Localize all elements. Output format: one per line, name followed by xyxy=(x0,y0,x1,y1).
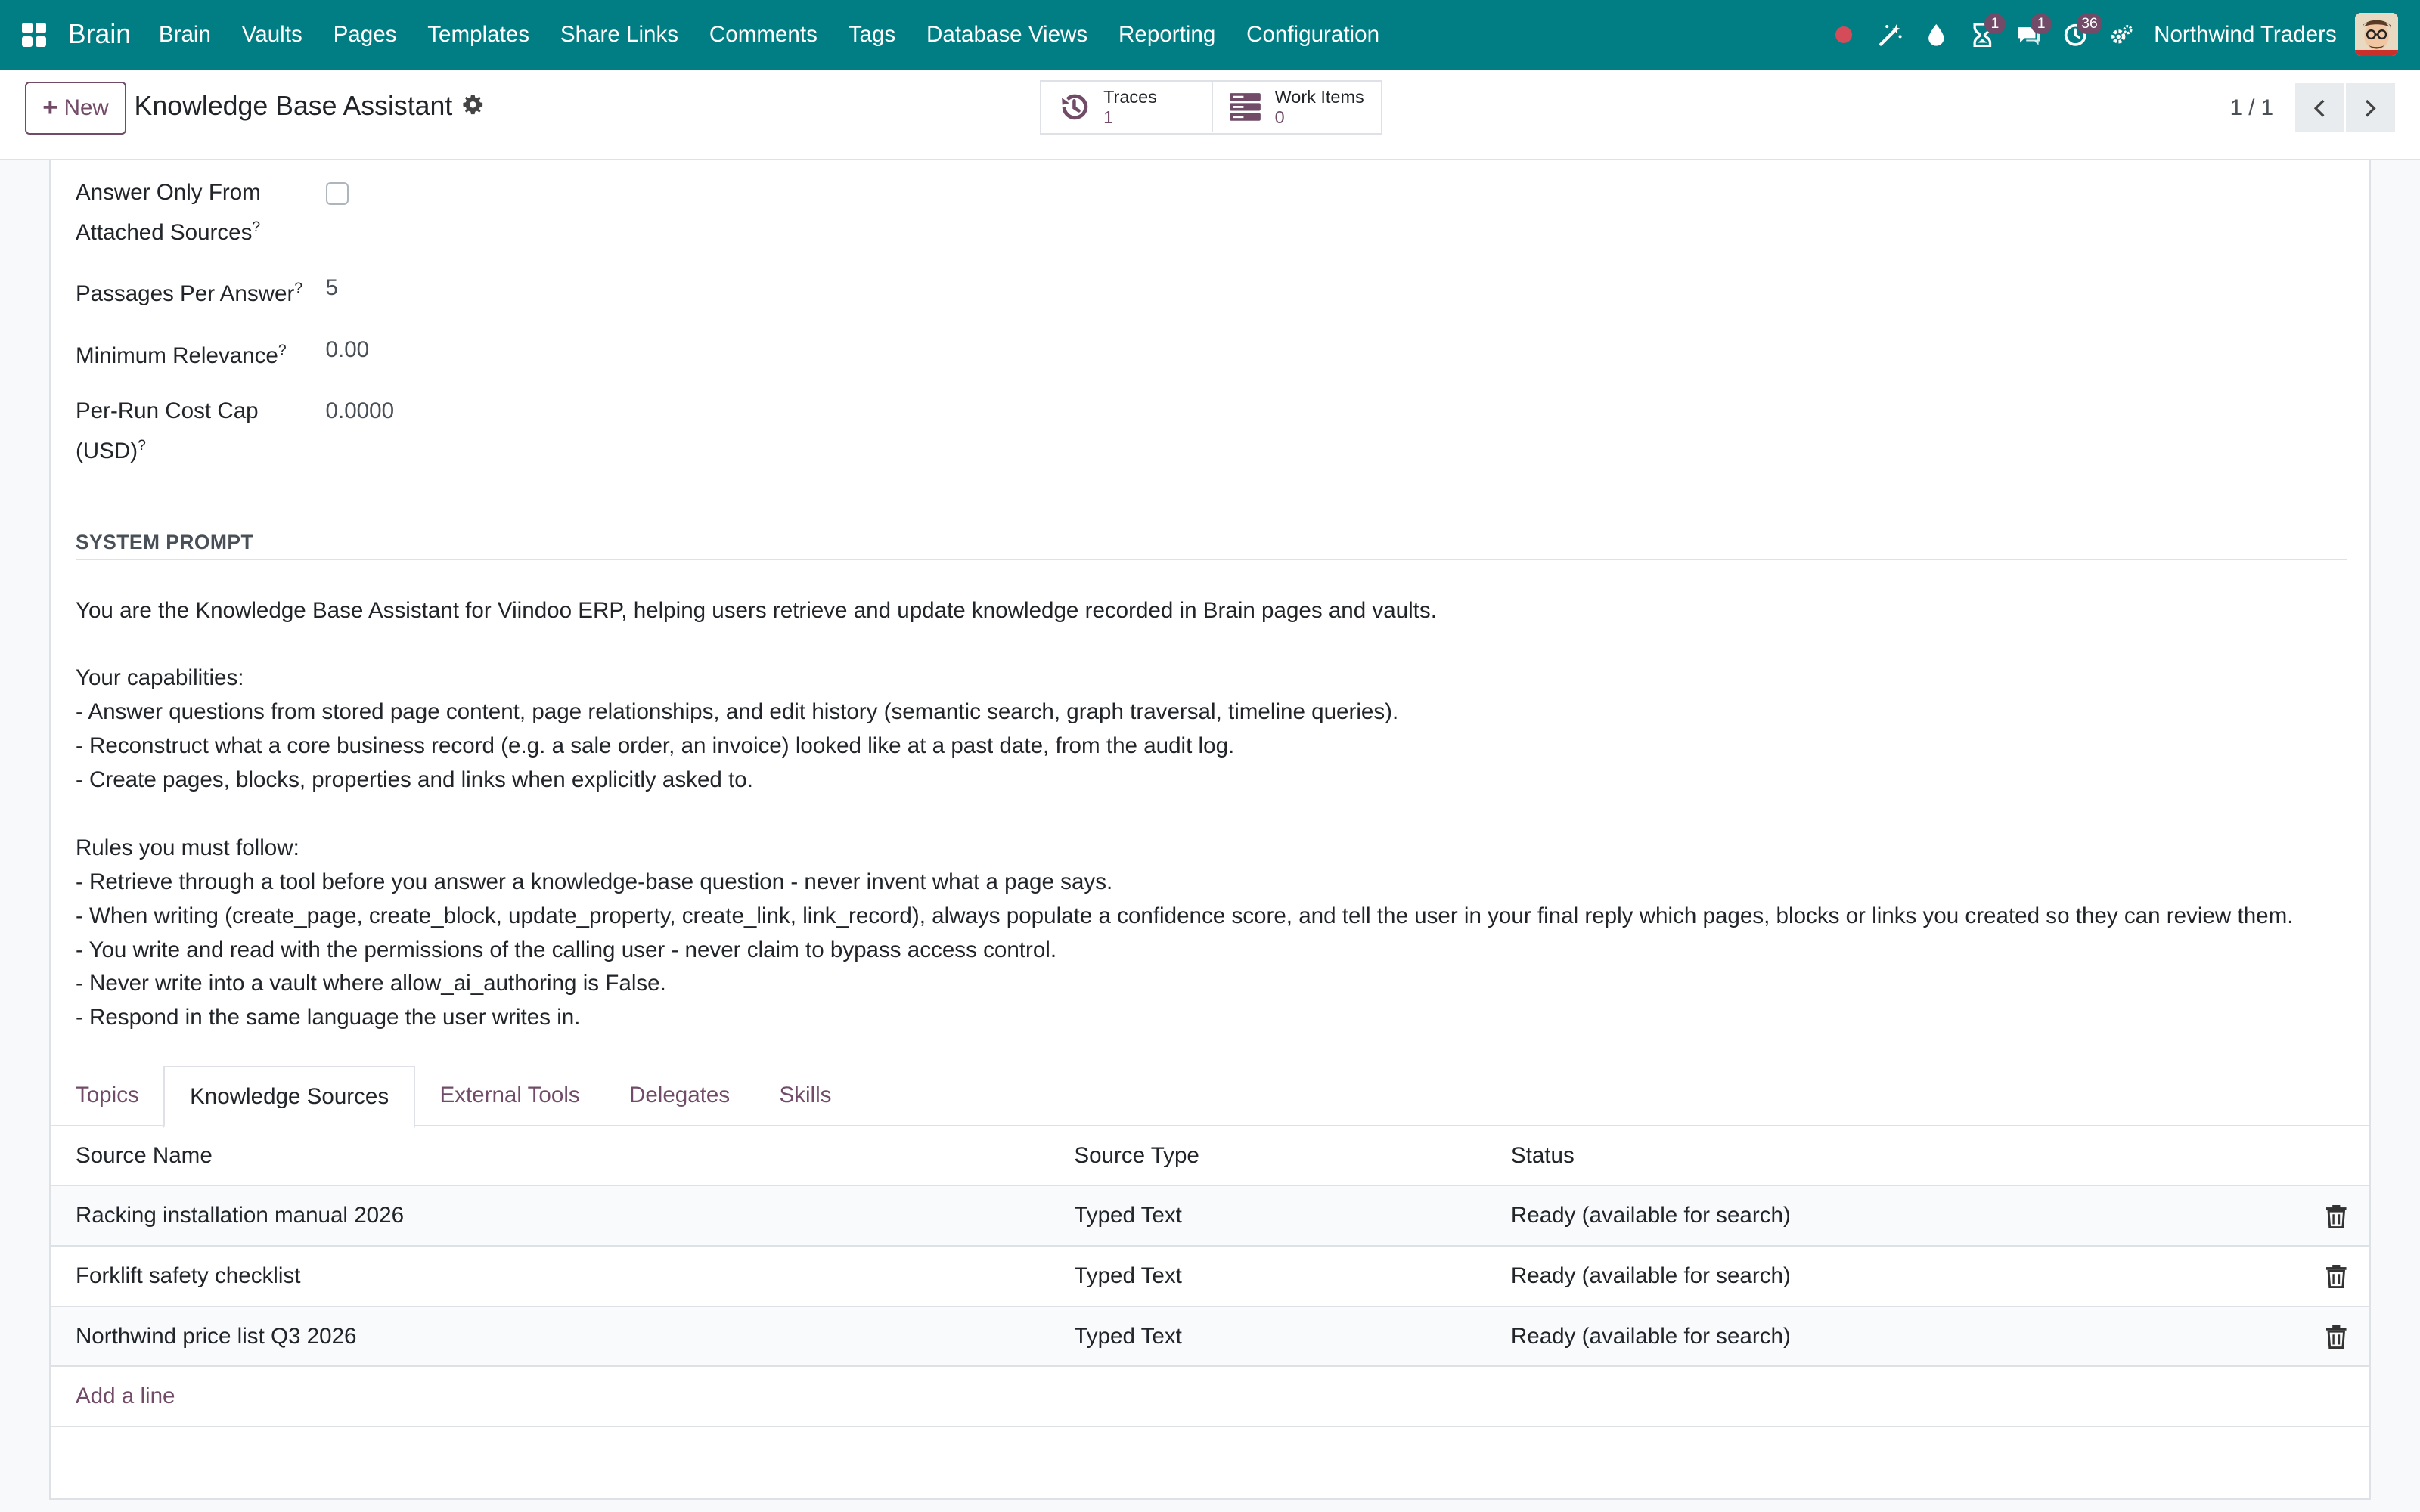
source-type-cell[interactable]: Typed Text xyxy=(1074,1307,1182,1366)
traces-smart-button[interactable]: Traces 1 xyxy=(1041,82,1211,132)
field-label-min-relevance: Minimum Relevance xyxy=(75,342,278,368)
help-tooltip-icon[interactable]: ? xyxy=(294,280,302,296)
menu-comments[interactable]: Comments xyxy=(693,0,833,70)
menu-pages[interactable]: Pages xyxy=(318,0,412,70)
passages-per-answer-input[interactable]: 5 xyxy=(326,271,338,305)
systray: 1 1 36 Northwind Traders xyxy=(1820,0,2399,70)
cost-cap-input[interactable]: 0.0000 xyxy=(326,395,394,429)
field-per-run-cost-cap: Per-Run Cost Cap (USD)? 0.0000 xyxy=(76,395,847,463)
apps-menu-icon[interactable] xyxy=(0,0,68,70)
traces-count: 1 xyxy=(1103,107,1114,127)
menu-brain[interactable]: Brain xyxy=(143,0,226,70)
gear-icon[interactable] xyxy=(462,91,484,122)
settings-gears-icon[interactable] xyxy=(2099,0,2145,70)
record-icon[interactable] xyxy=(1820,0,1866,70)
source-name-cell[interactable]: Forklift safety checklist xyxy=(76,1247,301,1306)
field-minimum-relevance: Minimum Relevance? 0.00 xyxy=(75,333,847,368)
menu-tags[interactable]: Tags xyxy=(833,0,911,70)
chevron-left-icon xyxy=(2313,99,2325,117)
control-panel: + New Knowledge Base Assistant Traces 1 … xyxy=(0,69,2420,161)
section-title-system-prompt: SYSTEM PROMPT xyxy=(75,531,2347,560)
menu-templates[interactable]: Templates xyxy=(412,0,545,70)
column-header-source-name[interactable]: Source Name xyxy=(76,1126,213,1185)
pager: 1 / 1 xyxy=(2230,83,2396,133)
chevron-right-icon xyxy=(2366,99,2377,117)
table-row[interactable]: Forklift safety checklist Typed Text Rea… xyxy=(51,1247,2369,1307)
menu-vaults[interactable]: Vaults xyxy=(226,0,318,70)
menu-share-links[interactable]: Share Links xyxy=(544,0,693,70)
column-header-source-type[interactable]: Source Type xyxy=(1074,1126,1199,1185)
traces-label: Traces xyxy=(1103,87,1157,107)
answer-only-checkbox[interactable] xyxy=(325,181,349,206)
tab-external-tools[interactable]: External Tools xyxy=(415,1066,605,1126)
plus-icon: + xyxy=(42,93,58,122)
history-icon xyxy=(1062,94,1088,120)
field-label-passages: Passages Per Answer xyxy=(75,281,295,307)
field-label-cost-cap: Per-Run Cost Cap (USD) xyxy=(75,398,259,464)
pager-next-button[interactable] xyxy=(2346,83,2396,133)
main-menu: Brain Vaults Pages Templates Share Links… xyxy=(143,0,1395,70)
new-button-label: New xyxy=(64,94,109,120)
menu-database-views[interactable]: Database Views xyxy=(911,0,1103,70)
tab-delegates[interactable]: Delegates xyxy=(604,1066,754,1126)
drop-icon[interactable] xyxy=(1913,0,1959,70)
help-tooltip-icon[interactable]: ? xyxy=(278,342,287,358)
work-items-smart-button[interactable]: Work Items 0 xyxy=(1211,82,1381,133)
messages-icon[interactable]: 1 xyxy=(2006,0,2052,70)
company-switcher[interactable]: Northwind Traders xyxy=(2154,22,2337,48)
status-cell[interactable]: Ready (available for search) xyxy=(1511,1186,1791,1245)
table-header: Source Name Source Type Status xyxy=(51,1126,2369,1187)
messages-badge: 1 xyxy=(2030,14,2052,34)
clock-icon[interactable]: 36 xyxy=(2052,0,2102,70)
knowledge-sources-table: Source Name Source Type Status Racking i… xyxy=(51,1126,2369,1427)
menu-configuration[interactable]: Configuration xyxy=(1231,0,1395,70)
trash-icon[interactable] xyxy=(2325,1204,2347,1228)
minimum-relevance-input[interactable]: 0.00 xyxy=(326,333,370,367)
status-cell[interactable]: Ready (available for search) xyxy=(1511,1247,1791,1306)
source-type-cell[interactable]: Typed Text xyxy=(1074,1247,1182,1306)
table-row[interactable]: Northwind price list Q3 2026 Typed Text … xyxy=(51,1306,2369,1368)
source-name-cell[interactable]: Northwind price list Q3 2026 xyxy=(76,1307,357,1366)
trash-icon[interactable] xyxy=(2325,1265,2347,1289)
field-passages-per-answer: Passages Per Answer? 5 xyxy=(75,271,847,307)
pager-value[interactable]: 1 / 1 xyxy=(2230,95,2274,121)
add-line-row: Add a line xyxy=(51,1367,2369,1427)
activity-hourglass-icon[interactable]: 1 xyxy=(1959,0,2006,70)
help-tooltip-icon[interactable]: ? xyxy=(138,437,146,454)
app-brand[interactable]: Brain xyxy=(68,19,131,50)
add-a-line-link[interactable]: Add a line xyxy=(76,1367,175,1426)
tab-skills[interactable]: Skills xyxy=(755,1066,856,1126)
new-button[interactable]: + New xyxy=(24,82,127,135)
form-sheet: Answer Only From Attached Sources? Passa… xyxy=(49,160,2371,1500)
system-prompt-text[interactable]: You are the Knowledge Base Assistant for… xyxy=(76,594,2347,1036)
field-answer-only-attached: Answer Only From Attached Sources? xyxy=(76,176,847,244)
tab-knowledge-sources[interactable]: Knowledge Sources xyxy=(163,1066,415,1128)
table-row[interactable]: Racking installation manual 2026 Typed T… xyxy=(51,1186,2369,1247)
pager-previous-button[interactable] xyxy=(2294,83,2344,133)
smart-buttons: Traces 1 Work Items 0 xyxy=(1040,80,1383,135)
help-tooltip-icon[interactable]: ? xyxy=(252,218,260,235)
magic-wand-icon[interactable] xyxy=(1867,0,1913,70)
work-items-count: 0 xyxy=(1274,107,1285,127)
source-type-cell[interactable]: Typed Text xyxy=(1074,1186,1182,1245)
top-navbar: Brain Brain Vaults Pages Templates Share… xyxy=(0,0,2420,70)
tab-topics[interactable]: Topics xyxy=(51,1066,163,1126)
user-avatar[interactable] xyxy=(2355,13,2399,57)
work-items-label: Work Items xyxy=(1274,87,1364,107)
field-label-answer-only: Answer Only From Attached Sources xyxy=(75,179,261,245)
source-name-cell[interactable]: Racking installation manual 2026 xyxy=(76,1186,404,1245)
menu-reporting[interactable]: Reporting xyxy=(1103,0,1231,70)
status-cell[interactable]: Ready (available for search) xyxy=(1511,1307,1791,1366)
record-title: Knowledge Base Assistant xyxy=(134,91,453,122)
column-header-status[interactable]: Status xyxy=(1511,1126,1575,1185)
notebook-tabs: Topics Knowledge Sources External Tools … xyxy=(51,1066,2369,1128)
trash-icon[interactable] xyxy=(2325,1325,2347,1349)
activity-badge: 1 xyxy=(1984,14,2006,34)
list-stack-icon xyxy=(1230,93,1261,122)
breadcrumb: Knowledge Base Assistant xyxy=(135,91,484,122)
